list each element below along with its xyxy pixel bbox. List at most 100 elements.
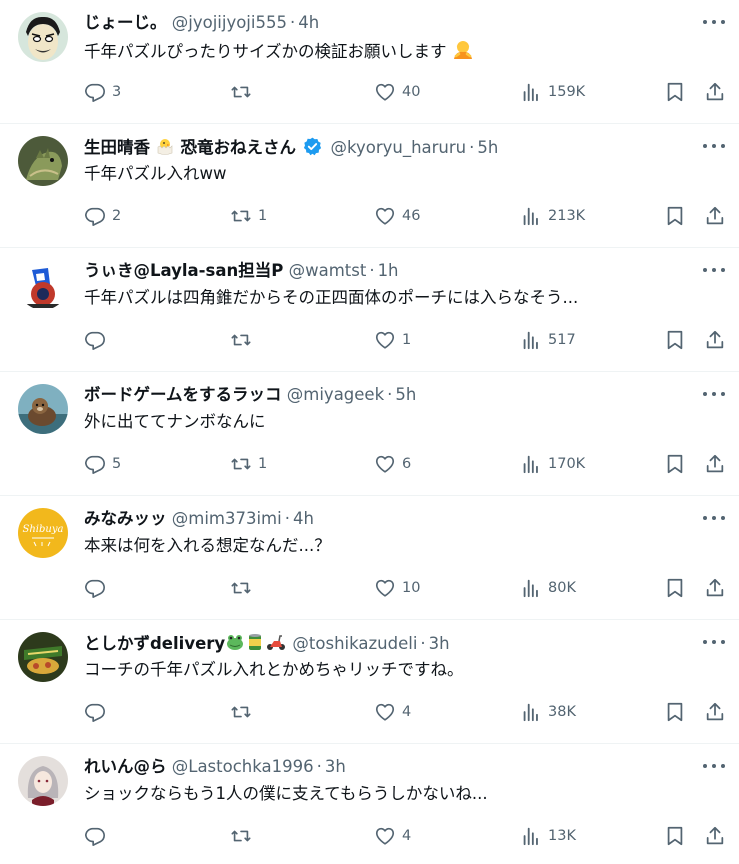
- share-button[interactable]: [704, 204, 726, 228]
- avatar[interactable]: Shibuya: [18, 508, 68, 558]
- timestamp[interactable]: 4h: [298, 13, 319, 32]
- like-button[interactable]: 1: [374, 328, 411, 352]
- display-name-suffix[interactable]: 恐竜おねえさん: [181, 138, 297, 157]
- retweet-button[interactable]: [230, 700, 258, 724]
- tweet[interactable]: Shibuya みなみッッ @mim373imi · 4h 本来は何を入れる想定なん…: [0, 496, 739, 620]
- more-icon[interactable]: [703, 510, 725, 526]
- share-icon: [706, 206, 724, 225]
- bookmark-button[interactable]: [664, 576, 686, 600]
- reply-button[interactable]: [84, 824, 112, 848]
- user-handle[interactable]: @miyageek: [287, 385, 384, 404]
- timestamp[interactable]: 3h: [325, 757, 346, 776]
- user-handle[interactable]: @Lastochka1996: [172, 757, 314, 776]
- share-button[interactable]: [704, 824, 726, 848]
- display-name[interactable]: ボードゲームをするラッコ: [84, 385, 282, 404]
- like-button[interactable]: 10: [374, 576, 420, 600]
- tweet-header: ボードゲームをするラッコ @miyageek · 5h: [84, 384, 683, 406]
- bookmark-button[interactable]: [664, 204, 686, 228]
- like-button[interactable]: 40: [374, 80, 420, 104]
- like-button[interactable]: 4: [374, 700, 411, 724]
- retweet-count: 1: [258, 208, 268, 224]
- user-handle[interactable]: @kyoryu_haruru: [331, 138, 467, 157]
- more-icon[interactable]: [703, 262, 725, 278]
- bookmark-button[interactable]: [664, 328, 686, 352]
- more-icon[interactable]: [703, 758, 725, 774]
- views-button[interactable]: 213K: [520, 204, 585, 228]
- reply-button[interactable]: [84, 328, 112, 352]
- reply-button[interactable]: 3: [84, 80, 121, 104]
- user-handle[interactable]: @toshikazudeli: [292, 634, 417, 653]
- bookmark-icon: [667, 578, 683, 598]
- bookmark-icon: [667, 82, 683, 102]
- action-bar: 10 80K: [84, 576, 739, 600]
- tweet-header: れいん@ら @Lastochka1996 · 3h: [84, 756, 683, 778]
- reply-button[interactable]: [84, 700, 112, 724]
- frog-emoji-icon: [225, 632, 245, 654]
- bookmark-button[interactable]: [664, 700, 686, 724]
- reply-icon: [85, 703, 105, 722]
- views-button[interactable]: 38K: [520, 700, 576, 724]
- avatar[interactable]: [18, 632, 68, 682]
- like-button[interactable]: 4: [374, 824, 411, 848]
- views-button[interactable]: 13K: [520, 824, 576, 848]
- user-handle[interactable]: @wamtst: [289, 261, 367, 280]
- separator: ·: [369, 261, 375, 280]
- like-button[interactable]: 6: [374, 452, 411, 476]
- avatar[interactable]: [18, 12, 68, 62]
- avatar[interactable]: [18, 260, 68, 310]
- like-count: 1: [402, 332, 412, 348]
- timestamp[interactable]: 5h: [477, 138, 498, 157]
- bookmark-button[interactable]: [664, 824, 686, 848]
- more-icon[interactable]: [703, 14, 725, 30]
- timestamp[interactable]: 1h: [378, 261, 399, 280]
- views-button[interactable]: 80K: [520, 576, 576, 600]
- user-handle[interactable]: @mim373imi: [172, 509, 282, 528]
- retweet-button[interactable]: 1: [230, 204, 267, 228]
- tweet[interactable]: れいん@ら @Lastochka1996 · 3h ショックならもう1人の僕に支えて…: [0, 744, 739, 864]
- timestamp[interactable]: 3h: [429, 634, 450, 653]
- retweet-icon: [231, 458, 251, 470]
- bookmark-button[interactable]: [664, 80, 686, 104]
- display-name[interactable]: 生田晴香: [84, 138, 150, 157]
- retweet-button[interactable]: 1: [230, 452, 267, 476]
- more-icon[interactable]: [703, 386, 725, 402]
- share-button[interactable]: [704, 80, 726, 104]
- user-handle[interactable]: @jyojijyoji555: [172, 13, 287, 32]
- tweet[interactable]: うぃき@Layla-san担当P @wamtst · 1h 千年パズルは四角錐だから…: [0, 248, 739, 372]
- bookmark-button[interactable]: [664, 452, 686, 476]
- avatar[interactable]: [18, 756, 68, 806]
- views-button[interactable]: 170K: [520, 452, 585, 476]
- tweet[interactable]: じょーじ。 @jyojijyoji555 · 4h 千年パズルぴったりサイズかの検証…: [0, 0, 739, 124]
- share-button[interactable]: [704, 328, 726, 352]
- reply-button[interactable]: 5: [84, 452, 121, 476]
- avatar[interactable]: [18, 136, 68, 186]
- reply-button[interactable]: 2: [84, 204, 121, 228]
- display-name[interactable]: みなみッッ: [84, 509, 167, 528]
- share-button[interactable]: [704, 700, 726, 724]
- display-name[interactable]: じょーじ。: [84, 13, 167, 32]
- tweet[interactable]: としかずdelivery @toshikazudeli · 3h コーチの千年パズル…: [0, 620, 739, 744]
- display-name[interactable]: としかずdelivery: [84, 634, 225, 653]
- views-button[interactable]: 159K: [520, 80, 585, 104]
- timestamp[interactable]: 4h: [293, 509, 314, 528]
- display-name[interactable]: れいん@ら: [84, 757, 167, 776]
- action-bar: 4 38K: [84, 700, 739, 724]
- more-icon[interactable]: [703, 138, 725, 154]
- views-icon: [523, 83, 538, 102]
- like-button[interactable]: 46: [374, 204, 420, 228]
- more-icon[interactable]: [703, 634, 725, 650]
- retweet-button[interactable]: [230, 824, 258, 848]
- like-count: 46: [402, 208, 421, 224]
- timestamp[interactable]: 5h: [395, 385, 416, 404]
- tweet[interactable]: 生田晴香 恐竜おねえさん @kyoryu_haruru · 5h 千年パズル入れww: [0, 124, 739, 248]
- views-button[interactable]: 517: [520, 328, 576, 352]
- share-button[interactable]: [704, 576, 726, 600]
- reply-button[interactable]: [84, 576, 112, 600]
- display-name[interactable]: うぃき@Layla-san担当P: [84, 261, 283, 280]
- share-button[interactable]: [704, 452, 726, 476]
- retweet-button[interactable]: [230, 328, 258, 352]
- tweet[interactable]: ボードゲームをするラッコ @miyageek · 5h 外に出ててナンボなんに 5 …: [0, 372, 739, 496]
- retweet-button[interactable]: [230, 80, 258, 104]
- retweet-button[interactable]: [230, 576, 258, 600]
- avatar[interactable]: [18, 384, 68, 434]
